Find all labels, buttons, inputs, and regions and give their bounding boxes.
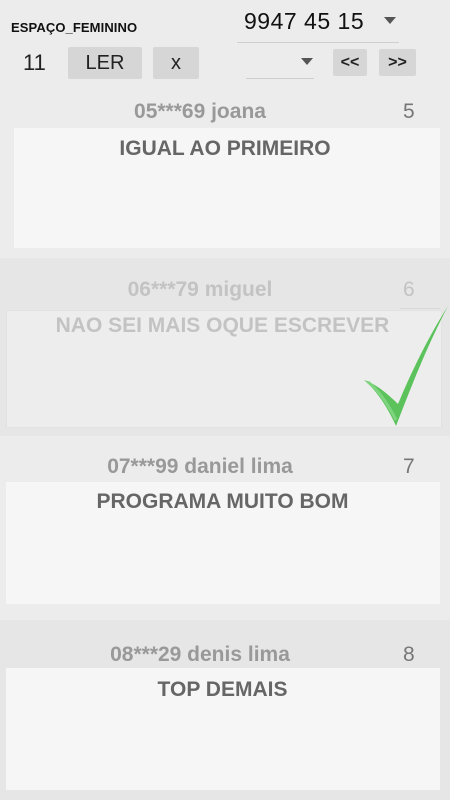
- message-index: 5: [403, 100, 415, 123]
- message-sender: 08***29 denis lima: [110, 643, 290, 666]
- message-sender: 06***79 miguel: [127, 278, 273, 301]
- message-index: 7: [403, 455, 415, 478]
- chevron-down-icon[interactable]: [301, 58, 313, 65]
- message-count: 11: [23, 50, 46, 75]
- clear-button[interactable]: x: [153, 47, 199, 79]
- previous-button[interactable]: <<: [333, 49, 367, 76]
- phone-dropdown-underline: [237, 42, 399, 43]
- message-text: PROGRAMA MUITO BOM: [96, 490, 349, 513]
- next-button[interactable]: >>: [379, 49, 416, 76]
- channel-title: ESPAÇO_FEMININO: [11, 20, 138, 35]
- message-index: 6: [403, 278, 415, 301]
- message-sender: 07***99 daniel lima: [107, 455, 293, 478]
- green-check-icon: [364, 306, 448, 426]
- read-button[interactable]: LER: [68, 47, 142, 79]
- phone-dropdown[interactable]: 9947 45 15: [244, 8, 364, 35]
- message-index: 8: [403, 643, 415, 666]
- message-text: IGUAL AO PRIMEIRO: [119, 137, 331, 160]
- chevron-down-icon[interactable]: [384, 17, 396, 24]
- message-text: TOP DEMAIS: [157, 678, 288, 701]
- message-sender: 05***69 joana: [134, 100, 266, 123]
